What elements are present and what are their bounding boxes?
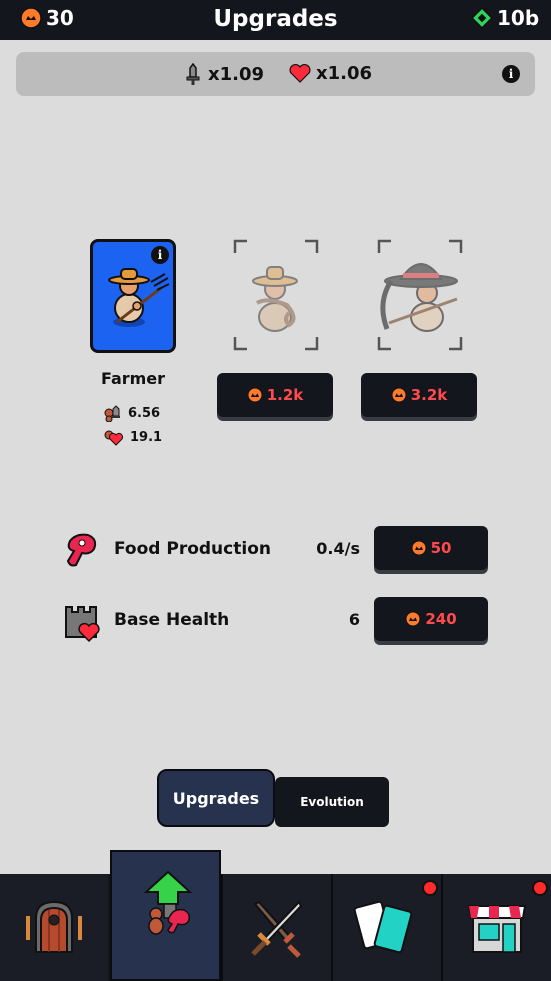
- base-health-icon: [65, 606, 100, 643]
- food-production-label: Food Production: [114, 539, 271, 559]
- crossed-swords-icon: [251, 900, 303, 958]
- health-multiplier: x1.06: [288, 62, 372, 84]
- page-title: Upgrades: [213, 6, 338, 32]
- cards-notification-badge: [422, 880, 438, 896]
- base-health-label: Base Health: [114, 610, 230, 630]
- unit-card-farmer[interactable]: i: [90, 239, 176, 353]
- nav-item-base[interactable]: [0, 874, 108, 981]
- group-attack-icon: [104, 405, 120, 422]
- gem-amount: 10b: [497, 6, 540, 30]
- tab-evolution[interactable]: Evolution: [275, 777, 389, 827]
- pumpkin-coin-icon: [391, 387, 407, 403]
- unit-attack-value: 6.56: [128, 405, 161, 421]
- unit-attack-stat: 6.56: [104, 404, 160, 422]
- nav-item-shop[interactable]: [441, 874, 551, 981]
- nav-item-cards[interactable]: [331, 874, 441, 981]
- food-production-cost: 50: [430, 539, 452, 557]
- upgrade-arrow-icon: [143, 870, 193, 935]
- unlock-miner-cost: 3.2k: [410, 386, 448, 404]
- unit-card-miner-locked: [377, 239, 463, 351]
- shop-notification-badge: [532, 880, 548, 896]
- upgrade-food-production-button[interactable]: 50: [374, 526, 488, 570]
- locked-frame-icon: [233, 239, 319, 351]
- pumpkin-coin-icon: [405, 611, 421, 627]
- group-health-icon: [104, 430, 124, 446]
- unit-card-slinger-locked: [233, 239, 319, 351]
- base-health-cost: 240: [425, 610, 457, 628]
- pumpkin-coin-icon: [411, 540, 427, 556]
- sword-icon: [186, 62, 200, 85]
- unit-health-stat: 19.1: [104, 428, 162, 446]
- meat-icon: [66, 533, 97, 567]
- gem-icon: [471, 7, 493, 29]
- pumpkin-coin-icon: [247, 387, 263, 403]
- info-button[interactable]: i: [502, 65, 520, 83]
- top-bar: 30 Upgrades 10b: [0, 0, 551, 40]
- unlock-slinger-cost: 1.2k: [266, 386, 304, 404]
- gem-counter: 10b: [471, 6, 539, 30]
- health-multiplier-value: x1.06: [316, 62, 373, 84]
- locked-frame-icon: [377, 239, 463, 351]
- multiplier-bar: x1.09 x1.06 i: [16, 52, 535, 96]
- door-icon: [26, 900, 82, 953]
- cards-icon: [353, 900, 413, 954]
- food-production-value: 0.4/s: [316, 539, 360, 558]
- nav-item-upgrades[interactable]: [110, 850, 221, 981]
- shop-icon: [467, 905, 527, 953]
- farmer-icon: [108, 268, 169, 327]
- attack-multiplier-value: x1.09: [208, 63, 265, 85]
- nav-item-battle[interactable]: [221, 874, 331, 981]
- unlock-miner-button[interactable]: 3.2k: [361, 373, 477, 417]
- tab-upgrades[interactable]: Upgrades: [157, 769, 275, 827]
- tab-switch: Evolution Upgrades: [157, 769, 391, 829]
- attack-multiplier: x1.09: [182, 62, 264, 86]
- unit-health-value: 19.1: [130, 429, 163, 445]
- unlock-slinger-button[interactable]: 1.2k: [217, 373, 333, 417]
- base-health-value: 6: [348, 610, 360, 629]
- heart-icon: [289, 64, 311, 83]
- unit-name-farmer: Farmer: [100, 369, 166, 388]
- upgrade-base-health-button[interactable]: 240: [374, 597, 488, 641]
